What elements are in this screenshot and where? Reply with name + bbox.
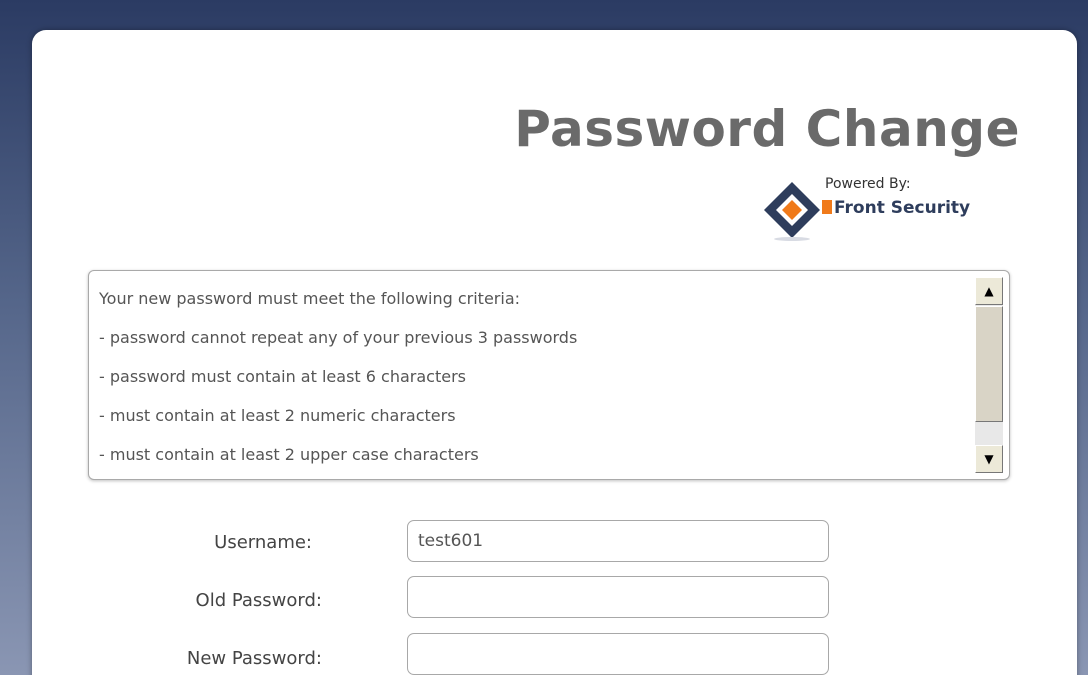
brand-mark-icon	[822, 200, 832, 214]
username-field[interactable]	[407, 520, 829, 562]
criteria-item: - must contain at least 2 numeric charac…	[99, 406, 456, 425]
criteria-scrollbar[interactable]: ▲ ▼	[975, 277, 1003, 473]
criteria-box[interactable]: Your new password must meet the followin…	[88, 270, 1010, 480]
password-change-panel: Password Change Powered By: Front Securi…	[32, 30, 1077, 675]
powered-by-label: Powered By:	[825, 176, 911, 192]
criteria-item: - must contain at least 2 upper case cha…	[99, 445, 479, 464]
diamond-logo-icon	[764, 182, 820, 241]
old-password-label: Old Password:	[195, 590, 322, 611]
brand-name: Front Security	[822, 198, 970, 218]
new-password-label: New Password:	[186, 648, 322, 669]
criteria-item: - password must contain at least 6 chara…	[99, 367, 466, 386]
brand-name-text: Front Security	[834, 198, 971, 218]
arrow-down-icon: ▼	[984, 452, 994, 466]
page-title: Password Change	[514, 100, 1020, 158]
criteria-text: Your new password must meet the followin…	[99, 279, 969, 474]
brand-block: Powered By: Front Security	[760, 174, 1020, 244]
old-password-field[interactable]	[407, 576, 829, 618]
new-password-field[interactable]	[407, 633, 829, 675]
criteria-item: - password cannot repeat any of your pre…	[99, 328, 578, 347]
arrow-up-icon: ▲	[984, 284, 994, 298]
scroll-down-button[interactable]: ▼	[975, 445, 1003, 473]
username-label: Username:	[214, 532, 312, 553]
scroll-up-button[interactable]: ▲	[975, 277, 1003, 305]
scroll-thumb[interactable]	[975, 306, 1003, 422]
criteria-heading: Your new password must meet the followin…	[99, 289, 521, 308]
